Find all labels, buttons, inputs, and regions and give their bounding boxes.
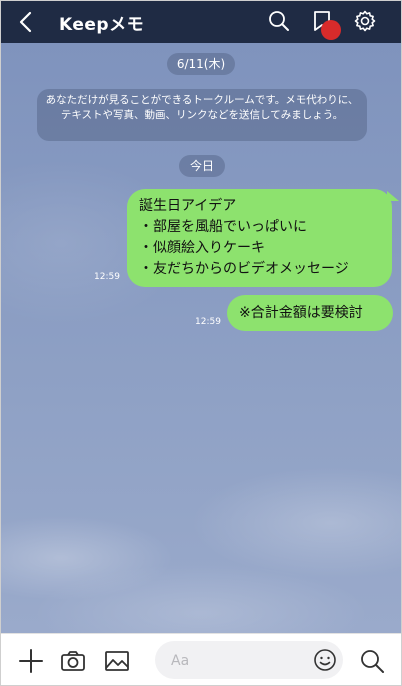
- message-bubble[interactable]: ※合計金額は要検討: [227, 295, 393, 331]
- notification-badge: [321, 20, 341, 40]
- message-input[interactable]: [169, 649, 293, 673]
- image-icon[interactable]: [103, 647, 131, 675]
- app-frame: Keepメモ 6/11(木) あなただけが見ることができるトークルームです。メモ…: [0, 0, 402, 686]
- bubble-tail: [387, 191, 399, 201]
- date-separator: 6/11(木): [167, 53, 235, 75]
- message-line: ・友だちからのビデオメッセージ: [139, 261, 349, 277]
- input-toolbar: [1, 633, 401, 685]
- chat-title: Keepメモ: [59, 15, 145, 35]
- message-timestamp: 12:59: [195, 317, 221, 327]
- message-input-box[interactable]: [155, 641, 343, 679]
- today-separator: 今日: [179, 155, 225, 177]
- search-icon[interactable]: [358, 647, 386, 675]
- search-icon[interactable]: [267, 9, 291, 33]
- gear-icon[interactable]: [353, 9, 377, 33]
- camera-icon[interactable]: [59, 647, 87, 675]
- chat-area[interactable]: 6/11(木) あなただけが見ることができるトークルームです。メモ代わりに、テキ…: [1, 43, 401, 633]
- message-bubble[interactable]: 誕生日アイデア ・部屋を風船でいっぱいに ・似顔絵入りケーキ ・友だちからのビデ…: [127, 189, 399, 287]
- message-line: 誕生日アイデア: [139, 198, 237, 214]
- chevron-left-icon[interactable]: [15, 10, 37, 34]
- plus-icon[interactable]: [17, 647, 45, 675]
- message-line: ・似顔絵入りケーキ: [139, 240, 265, 256]
- message-line: ※合計金額は要検討: [239, 305, 363, 321]
- message-line: ・部屋を風船でいっぱいに: [139, 219, 307, 235]
- header-bar: Keepメモ: [1, 1, 401, 43]
- message-timestamp: 12:59: [94, 272, 120, 282]
- emoji-icon[interactable]: [313, 648, 337, 672]
- system-message: あなただけが見ることができるトークルームです。メモ代わりに、テキストや写真、動画…: [37, 89, 367, 141]
